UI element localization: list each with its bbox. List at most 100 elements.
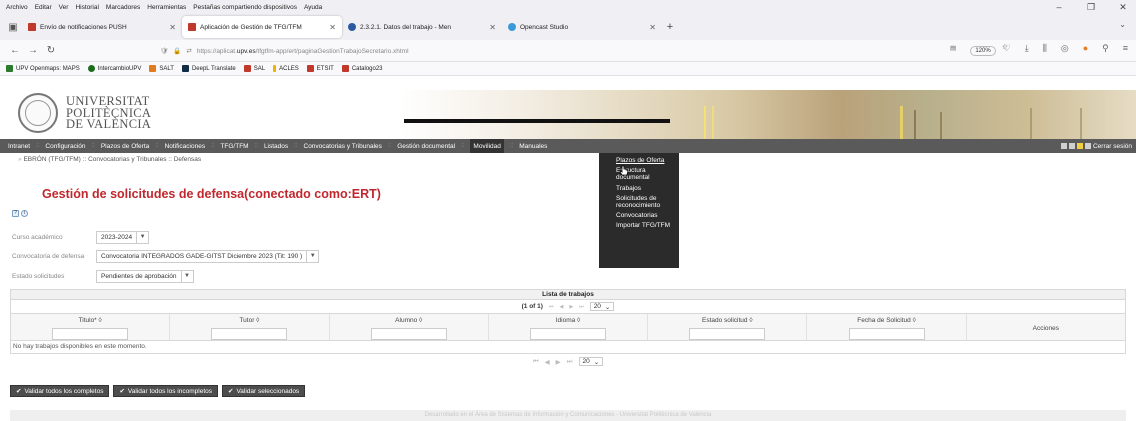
- reader-icon[interactable]: ▤: [950, 44, 956, 52]
- nav-notificaciones[interactable]: Notificaciones: [165, 143, 205, 150]
- validate-selected-button[interactable]: ✔ Validar seleccionados: [221, 385, 306, 397]
- logout-icon[interactable]: [1084, 143, 1091, 149]
- rows-per-page-select[interactable]: 20 ⌄: [578, 357, 604, 366]
- info-icon[interactable]: i: [21, 210, 28, 217]
- menu-historial[interactable]: Historial: [75, 4, 98, 11]
- dropdown-plazos-oferta[interactable]: Plazos de Oferta: [616, 157, 676, 164]
- bookmark-acles[interactable]: ACLES: [273, 65, 299, 72]
- reload-icon[interactable]: ↻: [42, 45, 60, 56]
- dropdown-trabajos[interactable]: Trabajos: [616, 185, 676, 192]
- estado-filter-input[interactable]: [689, 328, 766, 340]
- first-page-icon[interactable]: ⏮: [533, 358, 539, 366]
- dropdown-convocatorias[interactable]: Convocatorias: [616, 212, 676, 219]
- bookmark-sal[interactable]: SAL: [243, 65, 265, 72]
- menu-marcadores[interactable]: Marcadores: [106, 4, 140, 11]
- close-window-icon[interactable]: ✕: [1116, 2, 1130, 13]
- alumno-filter-input[interactable]: [370, 328, 447, 340]
- restore-icon[interactable]: ❐: [1084, 2, 1098, 13]
- logout-link[interactable]: Cerrar sesión: [1093, 143, 1132, 150]
- upv-seal-icon[interactable]: [18, 93, 58, 133]
- nav-listados[interactable]: Listados: [264, 143, 288, 150]
- menu-archivo[interactable]: Archivo: [6, 4, 28, 11]
- validate-complete-button[interactable]: ✔ Validar todos los completos: [10, 385, 110, 397]
- rows-per-page-select[interactable]: 20 ⌄: [589, 302, 615, 311]
- menu-ver[interactable]: Ver: [59, 4, 69, 11]
- bookmark-etsit[interactable]: ETSIT: [306, 65, 334, 72]
- hamburger-menu-icon[interactable]: ≡: [1123, 43, 1128, 54]
- url-bar[interactable]: 🛡 🔒 ⇄ https://aplicat.upv.es/tfgtfm-app/…: [160, 43, 1008, 59]
- tutor-filter-input[interactable]: [211, 328, 288, 340]
- chevron-down-icon[interactable]: ⌄: [1119, 20, 1126, 29]
- convocatoria-select[interactable]: Convocatoria INTEGRADOS GADE-GITST Dicie…: [96, 250, 320, 263]
- bookmark-intercambio[interactable]: IntercambioUPV: [87, 65, 141, 72]
- browser-tab-opencast[interactable]: Opencast Studio ✕: [502, 16, 662, 38]
- menu-editar[interactable]: Editar: [35, 4, 52, 11]
- nav-manuales[interactable]: Manuales: [519, 143, 547, 150]
- close-tab-icon[interactable]: ✕: [489, 23, 496, 32]
- nav-intranet[interactable]: Intranet: [8, 143, 30, 150]
- new-tab-icon[interactable]: +: [662, 21, 678, 33]
- zoom-level[interactable]: 120%: [970, 46, 996, 56]
- nav-convocatorias[interactable]: Convocatorias y Tribunales: [304, 143, 382, 150]
- last-page-icon[interactable]: ⏭: [579, 304, 584, 310]
- browser-menubar: Archivo Editar Ver Historial Marcadores …: [0, 0, 1136, 14]
- bookmark-deepl[interactable]: DeepL Translate: [181, 65, 236, 72]
- next-page-icon[interactable]: ▶: [556, 358, 561, 366]
- menu-pestanas[interactable]: Pestañas compartiendo dispositivos: [193, 4, 297, 11]
- pocket-icon[interactable]: ♡: [1003, 43, 1011, 54]
- nav-tfg-tfm[interactable]: TFG/TFM: [220, 143, 248, 150]
- browser-tab-datos[interactable]: 2.3.2.1. Datos del trabajo - Men ✕: [342, 16, 502, 38]
- download-icon[interactable]: ⤓: [1025, 43, 1029, 54]
- estado-select[interactable]: Pendientes de aprobación ▼: [96, 270, 194, 283]
- bookmark-salt[interactable]: SALT: [149, 65, 174, 72]
- last-page-icon[interactable]: ⏭: [567, 358, 573, 366]
- menu-herramientas[interactable]: Herramientas: [147, 4, 186, 11]
- col-estado[interactable]: Estado solicitud ◊: [648, 314, 808, 340]
- back-icon[interactable]: ←: [6, 45, 24, 56]
- language-va-icon[interactable]: [1068, 143, 1075, 149]
- dropdown-solicitudes[interactable]: Solicitudes de reconocimiento: [616, 195, 676, 209]
- nav-plazos-oferta[interactable]: Plazos de Oferta: [101, 143, 149, 150]
- validate-incomplete-button[interactable]: ✔ Validar todos los incompletos: [113, 385, 218, 397]
- browser-tab-push[interactable]: Envío de notificaciones PUSH ✕: [22, 16, 182, 38]
- browser-tab-tfgtfm[interactable]: Aplicación de Gestión de TFG/TFM ✕: [182, 16, 342, 38]
- tab-favicon-icon: [508, 23, 516, 31]
- bookmark-label: UPV Openmaps: MAPS: [16, 65, 80, 72]
- fecha-filter-input[interactable]: [848, 328, 925, 340]
- extension-icon[interactable]: ●: [1083, 43, 1088, 54]
- library-icon[interactable]: ⫼: [1043, 43, 1047, 54]
- col-tutor[interactable]: Tutor ◊: [170, 314, 330, 340]
- nav-configuracion[interactable]: Configuración: [45, 143, 85, 150]
- first-page-icon[interactable]: ⏮: [549, 304, 554, 310]
- nav-movilidad[interactable]: Movilidad: [470, 139, 504, 153]
- extensions-puzzle-icon[interactable]: ⚲: [1102, 43, 1109, 54]
- account-icon[interactable]: ◎: [1061, 43, 1069, 54]
- prev-page-icon[interactable]: ◀: [559, 304, 563, 310]
- curso-select[interactable]: 2023-2024 ▼: [96, 231, 150, 244]
- language-en-icon[interactable]: [1076, 143, 1083, 149]
- nav-separator: ::: [387, 143, 392, 149]
- help-icon[interactable]: ?: [12, 210, 19, 217]
- close-tab-icon[interactable]: ✕: [329, 23, 336, 32]
- bookmark-upv-maps[interactable]: UPV Openmaps: MAPS: [6, 65, 80, 72]
- col-fecha[interactable]: Fecha de Solicitud ◊: [807, 314, 967, 340]
- menu-ayuda[interactable]: Ayuda: [304, 4, 322, 11]
- idioma-filter-input[interactable]: [529, 328, 606, 340]
- bookmark-catalogo[interactable]: Catalogo23: [341, 65, 383, 72]
- col-titulo[interactable]: Titulo* ◊: [11, 314, 171, 340]
- close-tab-icon[interactable]: ✕: [169, 23, 176, 32]
- dropdown-importar[interactable]: Importar TFG/TFM: [616, 222, 676, 229]
- minimize-icon[interactable]: –: [1052, 2, 1066, 12]
- estado-row: Estado solicitudes Pendientes de aprobac…: [12, 270, 194, 283]
- col-idioma[interactable]: Idioma ◊: [489, 314, 649, 340]
- upv-logo[interactable]: UNIVERSITAT POLITÈCNICA DE VALÈNCIA: [66, 95, 151, 131]
- col-alumno[interactable]: Alumno ◊: [330, 314, 489, 340]
- nav-gestion-documental[interactable]: Gestión documental: [397, 143, 455, 150]
- close-tab-icon[interactable]: ✕: [649, 23, 656, 32]
- forward-icon[interactable]: →: [24, 45, 42, 56]
- language-es-icon[interactable]: [1060, 143, 1067, 149]
- next-page-icon[interactable]: ▶: [569, 304, 573, 310]
- tab-list-icon[interactable]: ▣: [4, 18, 22, 36]
- titulo-filter-input[interactable]: [52, 328, 129, 340]
- prev-page-icon[interactable]: ◀: [545, 358, 550, 366]
